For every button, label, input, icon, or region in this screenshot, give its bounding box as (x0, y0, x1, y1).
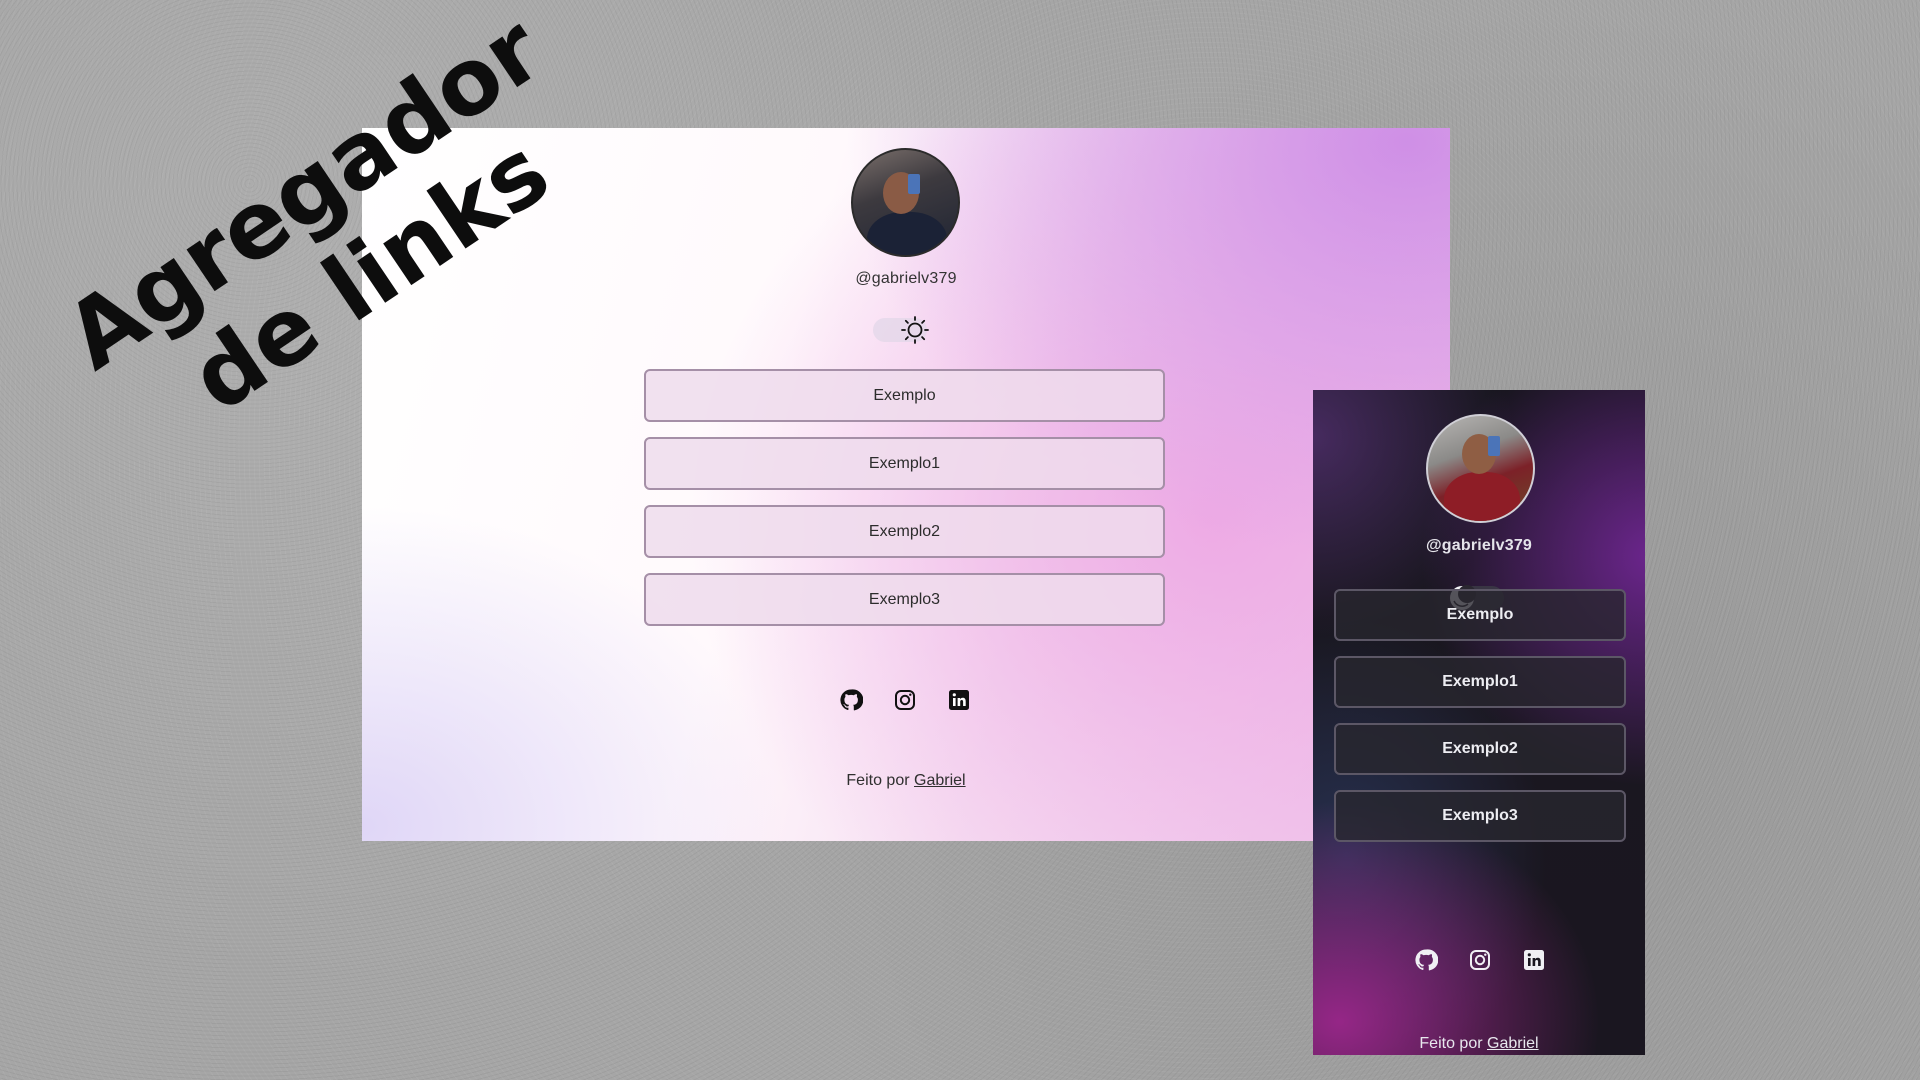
theme-toggle[interactable] (873, 315, 930, 345)
link-button-exemplo3[interactable]: Exemplo3 (1334, 790, 1626, 842)
footer: Feito por Gabriel (362, 772, 1450, 790)
footer-author-link[interactable]: Gabriel (914, 772, 966, 789)
github-icon[interactable] (1414, 948, 1438, 972)
link-button-exemplo[interactable]: Exemplo (1334, 589, 1626, 641)
footer-author-link[interactable]: Gabriel (1487, 1035, 1539, 1052)
footer-prefix: Feito por (1419, 1035, 1483, 1052)
instagram-icon[interactable] (893, 688, 917, 712)
username: @gabrielv379 (1425, 537, 1533, 554)
linkedin-icon[interactable] (1522, 948, 1546, 972)
link-button-exemplo1[interactable]: Exemplo1 (1334, 656, 1626, 708)
link-button-exemplo3[interactable]: Exemplo3 (644, 573, 1165, 626)
profile-avatar (1426, 414, 1535, 523)
link-button-exemplo2[interactable]: Exemplo2 (1334, 723, 1626, 775)
dark-theme-preview: @gabrielv379 Exemplo Exemplo1 Exemplo2 E… (1313, 390, 1645, 1055)
link-button-exemplo[interactable]: Exemplo (644, 369, 1165, 422)
sun-icon (900, 315, 930, 345)
github-icon[interactable] (839, 688, 863, 712)
linkedin-icon[interactable] (947, 688, 971, 712)
footer: Feito por Gabriel (1313, 1035, 1645, 1053)
link-button-exemplo1[interactable]: Exemplo1 (644, 437, 1165, 490)
link-button-exemplo2[interactable]: Exemplo2 (644, 505, 1165, 558)
footer-prefix: Feito por (846, 772, 910, 789)
profile-avatar (851, 148, 960, 257)
instagram-icon[interactable] (1468, 948, 1492, 972)
